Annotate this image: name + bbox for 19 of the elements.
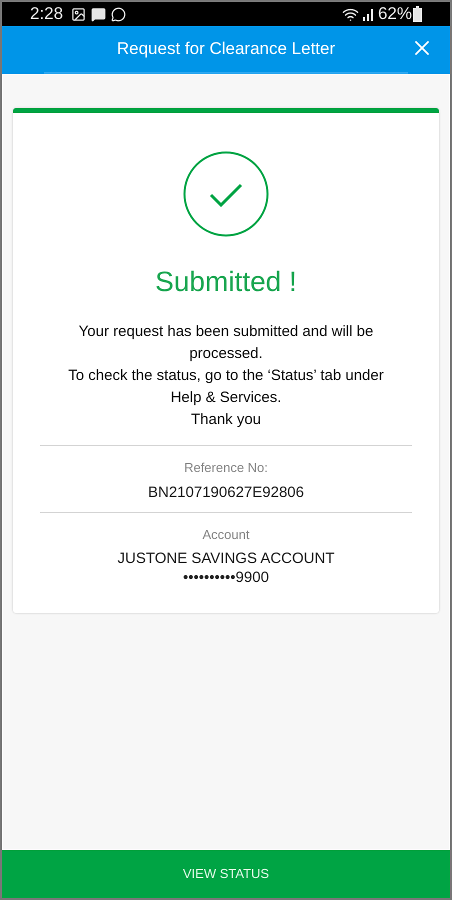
battery-percent: 62%: [378, 3, 412, 26]
signal-icon: [362, 7, 375, 21]
message-text: Your request has been submitted and will be processed.: [78, 322, 374, 364]
detail-label: Account: [202, 526, 250, 544]
image-icon: [71, 6, 86, 22]
result-title: Submitted !: [155, 265, 297, 299]
clock: 2:28: [30, 3, 64, 26]
battery-icon: [413, 6, 422, 22]
message-text: To check the status, go to the ‘Status’ tab under Help & Services.: [67, 366, 385, 408]
detail-value: BN2107190627E92806: [148, 482, 304, 502]
view-status-button[interactable]: VIEW STATUS: [2, 850, 450, 898]
detail-label: Reference No:: [184, 459, 268, 477]
message-icon: [91, 6, 106, 22]
check-circle-icon: [183, 151, 269, 237]
detail-value: JUSTONE SAVINGS ACCOUNT: [118, 549, 334, 568]
header-title: Request for Clearance Letter: [116, 38, 336, 60]
chat-icon: [111, 6, 126, 22]
detail-value: ••••••••••9900: [183, 568, 269, 587]
message-text: Thank you: [190, 410, 262, 430]
